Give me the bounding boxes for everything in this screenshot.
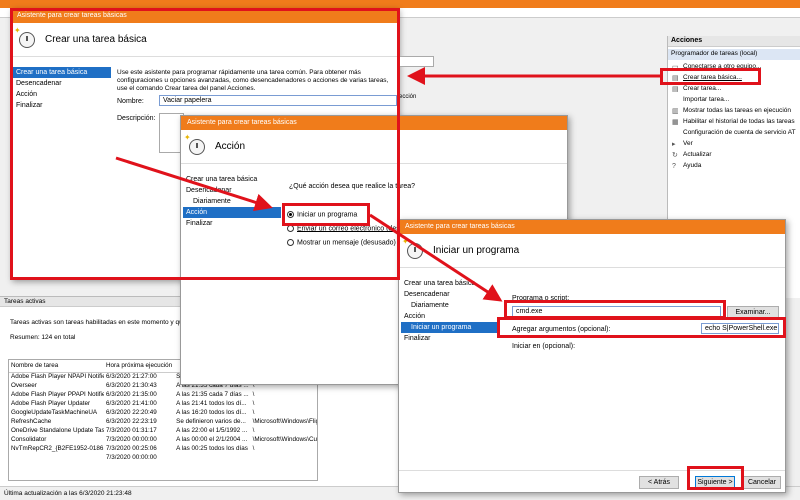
arrow-to-action xyxy=(115,156,273,212)
arrow-to-program xyxy=(369,213,503,302)
annotation-arrows xyxy=(115,67,660,302)
